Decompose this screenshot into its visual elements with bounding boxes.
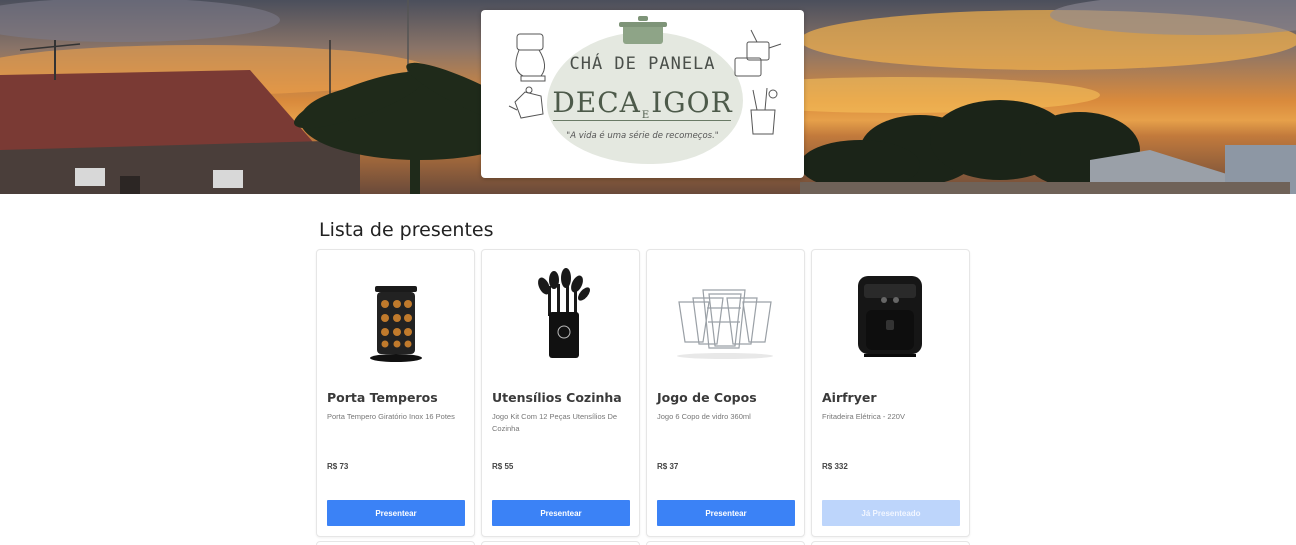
gift-card-next-row <box>481 541 640 545</box>
gift-description: Fritadeira Elétrica - 220V <box>822 412 905 421</box>
gift-card: Utensílios Cozinha Jogo Kit Com 12 Peças… <box>481 249 640 537</box>
gift-price: R$ 37 <box>657 462 679 471</box>
cooking-pot-icon <box>619 16 667 44</box>
logo-divider <box>553 120 731 121</box>
give-gift-button[interactable]: Presentear <box>327 500 465 526</box>
logo-title: CHÁ DE PANELA <box>569 54 716 74</box>
gift-name: Porta Temperos <box>327 390 438 405</box>
gift-card-next-row <box>811 541 970 545</box>
gift-card-next-row <box>316 541 475 545</box>
gift-description: Jogo Kit Com 12 Peças Utensílios De Cozi… <box>492 412 618 433</box>
gift-name: Airfryer <box>822 390 877 405</box>
hero-banner: CHÁ DE PANELA DECAEIGOR "A vida é uma sé… <box>0 0 1296 194</box>
gift-card: Porta Temperos Porta Tempero Giratório I… <box>316 249 475 537</box>
gift-card: Jogo de Copos Jogo 6 Copo de vidro 360ml… <box>646 249 805 537</box>
glasses-icon <box>677 289 773 359</box>
gift-price: R$ 332 <box>822 462 848 471</box>
logo-couple-names: DECAEIGOR <box>481 86 804 121</box>
gift-card-next-row <box>646 541 805 545</box>
event-logo-card: CHÁ DE PANELA DECAEIGOR "A vida é uma sé… <box>481 10 804 178</box>
airfryer-icon <box>858 276 922 357</box>
gift-list-title: Lista de presentes <box>319 219 494 241</box>
logo-quote: "A vida é uma série de recomeços." <box>566 131 719 141</box>
gift-price: R$ 55 <box>492 462 514 471</box>
give-gift-button[interactable]: Presentear <box>492 500 630 526</box>
gift-description: Porta Tempero Giratório Inox 16 Potes <box>327 412 455 421</box>
gift-description: Jogo 6 Copo de vidro 360ml <box>657 412 751 421</box>
gift-name: Utensílios Cozinha <box>492 390 622 405</box>
gift-name: Jogo de Copos <box>657 390 757 405</box>
give-gift-button[interactable]: Presentear <box>657 500 795 526</box>
logo-name-right: IGOR <box>651 86 733 119</box>
spice-rack-icon <box>370 286 422 362</box>
gift-price: R$ 73 <box>327 462 349 471</box>
logo-name-left: DECA <box>552 86 641 119</box>
kitchen-utensils-icon <box>538 268 590 358</box>
gift-card: Airfryer Fritadeira Elétrica - 220V R$ 3… <box>811 249 970 537</box>
already-gifted-button: Já Presenteado <box>822 500 960 526</box>
